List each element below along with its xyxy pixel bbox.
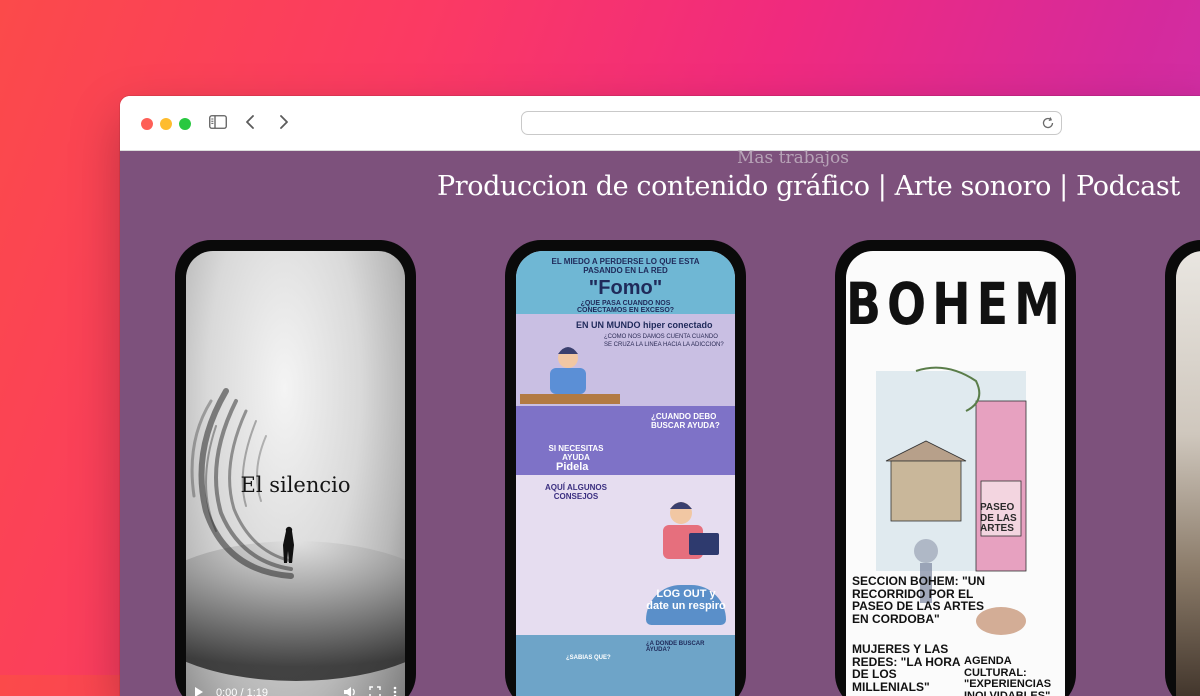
infographic-section-1-sub: ¿COMO NOS DAMOS CUENTA CUANDO SE CRUZA L… — [604, 334, 724, 349]
section-headline: Produccion de contenido gráfico | Arte s… — [437, 171, 1180, 202]
infographic-where-help: ¿A DONDE BUSCAR AYUDA? — [646, 641, 726, 653]
page-content: Mas trabajos Produccion de contenido grá… — [120, 151, 1200, 696]
magazine-headline-3: AGENDA CULTURAL: "EXPERIENCIAS INOLVIDAB… — [964, 656, 1064, 696]
infographic-section-1: EN UN MUNDO hiper conectado ¿COMO NOS DA… — [516, 314, 735, 406]
sidebar-toggle-icon[interactable] — [208, 111, 228, 133]
video-controls: 0:00 / 1:19 — [186, 676, 405, 696]
video-title: El silencio — [186, 473, 405, 497]
video-frame: El silencio — [186, 251, 405, 696]
partial-phone-screen[interactable] — [1176, 251, 1200, 696]
magazine-headline-2: MUJERES Y LAS REDES: "LA HORA DE LOS MIL… — [852, 643, 962, 693]
section-eyebrow: Mas trabajos — [737, 148, 849, 168]
magazine-headline-1: SECCION BOHEM: "UN RECORRIDO POR EL PASE… — [852, 575, 992, 625]
browser-toolbar — [120, 96, 1200, 151]
infographic-did-you-know: ¿SABIAS QUE? — [566, 655, 611, 661]
zoom-window-button[interactable] — [179, 118, 191, 130]
infographic-tips: AQUÍ ALGUNOS CONSEJOS LOG OUT y date un … — [516, 475, 735, 635]
infographic-logout: LOG OUT y date un respiro — [646, 585, 726, 625]
infographic-section-1-title: EN UN MUNDO hiper conectado — [576, 320, 713, 330]
volume-icon[interactable] — [343, 686, 357, 696]
address-bar[interactable] — [521, 111, 1062, 135]
infographic-brand-band: Pidela — [516, 461, 735, 475]
minimize-window-button[interactable] — [160, 118, 172, 130]
phone-frame-infographic: EL MIEDO A PERDERSE LO QUE ESTA PASANDO … — [505, 240, 746, 696]
close-window-button[interactable] — [141, 118, 153, 130]
phone-frame-magazine: BOHEM PASEO de las ARTES SECCION BOHEM: … — [835, 240, 1076, 696]
more-options-icon[interactable] — [393, 686, 397, 696]
phone-frame-partial — [1165, 240, 1200, 696]
infographic-help-question: ¿CUANDO DEBO BUSCAR AYUDA? — [651, 412, 731, 430]
magazine-sign-text: PASEO de las ARTES — [980, 503, 1020, 535]
infographic-need-help: SI NECESITAS AYUDA — [536, 444, 616, 462]
reload-icon[interactable] — [1041, 116, 1055, 130]
infographic-subtitle: ¿QUE PASA CUANDO NOS CONECTAMOS EN EXCES… — [516, 300, 735, 314]
infographic-title: "Fomo" — [516, 277, 735, 300]
infographic-help-band: ¿CUANDO DEBO BUSCAR AYUDA? SI NECESITAS … — [516, 406, 735, 461]
infographic-footer: ¿A DONDE BUSCAR AYUDA? ¿SABIAS QUE? — [516, 635, 735, 696]
infographic-image[interactable]: EL MIEDO A PERDERSE LO QUE ESTA PASANDO … — [516, 251, 735, 696]
phone-frame-video: El silencio 0:00 / 1:19 — [175, 240, 416, 696]
stressed-person-illustration — [520, 332, 620, 412]
street-sketch-illustration — [846, 251, 1065, 696]
infographic-brand: Pidela — [556, 461, 588, 473]
infographic-header-text: EL MIEDO A PERDERSE LO QUE ESTA PASANDO … — [516, 251, 735, 275]
infographic-header: EL MIEDO A PERDERSE LO QUE ESTA PASANDO … — [516, 251, 735, 314]
forward-arrow-icon[interactable] — [276, 111, 292, 133]
infographic-tips-title: AQUÍ ALGUNOS CONSEJOS — [536, 483, 616, 501]
browser-window: Mas trabajos Produccion de contenido grá… — [120, 96, 1200, 696]
magazine-cover[interactable]: BOHEM PASEO de las ARTES SECCION BOHEM: … — [846, 251, 1065, 696]
video-player[interactable]: El silencio 0:00 / 1:19 — [186, 251, 405, 696]
play-icon[interactable] — [194, 686, 204, 696]
fullscreen-icon[interactable] — [369, 686, 381, 696]
laptop-person-illustration — [641, 495, 731, 565]
video-time: 0:00 / 1:19 — [216, 687, 331, 696]
back-arrow-icon[interactable] — [242, 111, 258, 133]
